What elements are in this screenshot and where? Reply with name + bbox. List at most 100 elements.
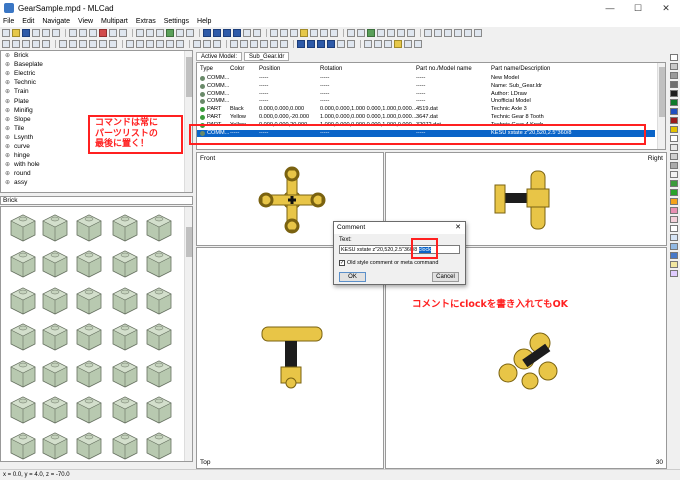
view-top-icon[interactable] [270, 39, 278, 48]
view-left-icon[interactable] [250, 39, 258, 48]
last-step-icon[interactable] [233, 28, 241, 37]
column-header-color[interactable]: Color [230, 66, 244, 72]
color-swatch[interactable] [670, 270, 678, 277]
minimize-button[interactable]: — [596, 0, 624, 16]
nav-3-icon[interactable] [317, 39, 325, 48]
arrow-front-icon[interactable] [99, 39, 107, 48]
hide-icon[interactable] [320, 28, 328, 37]
menu-extras[interactable]: Extras [136, 18, 156, 25]
color-swatch[interactable] [670, 54, 678, 61]
color-swatch[interactable] [670, 207, 678, 214]
maximize-button[interactable]: ☐ [624, 0, 652, 16]
color-swatch[interactable] [670, 252, 678, 259]
column-header-type[interactable]: Type [200, 66, 213, 72]
prev-step-icon[interactable] [213, 28, 221, 37]
rot-minus-z-icon[interactable] [176, 39, 184, 48]
cut-icon[interactable] [69, 28, 77, 37]
camera-icon[interactable] [387, 28, 395, 37]
misc-2-icon[interactable] [374, 39, 382, 48]
tree-item[interactable]: ⊕ round [1, 169, 192, 178]
part-thumbnail[interactable] [41, 357, 69, 389]
misc-3-icon[interactable] [384, 39, 392, 48]
color-swatch[interactable] [670, 153, 678, 160]
color-swatch[interactable] [670, 234, 678, 241]
part-thumbnail[interactable] [111, 393, 139, 425]
nav-1-icon[interactable] [297, 39, 305, 48]
color-icon[interactable] [176, 28, 184, 37]
list-item[interactable]: COMM... ----- ----- ----- Author: LDraw [197, 91, 655, 99]
tree-item[interactable]: ⊕ Technic [1, 78, 192, 87]
list-item[interactable]: COMM... ----- ----- ----- Unofficial Model [197, 98, 655, 106]
nav-4-icon[interactable] [327, 39, 335, 48]
part-thumbnail[interactable] [111, 211, 139, 243]
export-icon[interactable] [464, 28, 472, 37]
rotate-y-icon[interactable] [32, 39, 40, 48]
edge-icon[interactable] [444, 28, 452, 37]
color-swatch[interactable] [670, 126, 678, 133]
zoom-in-icon[interactable] [270, 28, 278, 37]
print-icon[interactable] [42, 28, 50, 37]
color-swatch[interactable] [670, 81, 678, 88]
first-step-icon[interactable] [203, 28, 211, 37]
grid-coarse-icon[interactable] [193, 39, 201, 48]
new-file-icon[interactable] [2, 28, 10, 37]
part-thumbnail[interactable] [9, 284, 37, 316]
color-swatch[interactable] [670, 261, 678, 268]
select-icon[interactable] [2, 39, 10, 48]
column-header-rotation[interactable]: Rotation [320, 66, 342, 72]
tree-item[interactable]: ⊕ Plate [1, 96, 192, 105]
tree-item[interactable]: ⊕ assy [1, 178, 192, 187]
part-thumbnail[interactable] [111, 429, 139, 461]
nav-2-icon[interactable] [307, 39, 315, 48]
ok-button[interactable]: OK [339, 272, 366, 282]
render-icon[interactable] [454, 28, 462, 37]
color-swatch[interactable] [670, 135, 678, 142]
list-scrollbar[interactable] [657, 63, 665, 149]
color-swatch[interactable] [670, 198, 678, 205]
color-swatch[interactable] [670, 63, 678, 70]
menu-navigate[interactable]: Navigate [42, 18, 70, 25]
zoom-fit-icon[interactable] [290, 28, 298, 37]
tab-active-model[interactable]: Active Model: [196, 52, 243, 61]
grid-medium-icon[interactable] [203, 39, 211, 48]
part-thumbnail[interactable] [75, 320, 103, 352]
tree-scrollbar[interactable] [184, 51, 192, 192]
part-thumbnail[interactable] [41, 211, 69, 243]
part-thumbnail[interactable] [145, 393, 173, 425]
add-part-icon[interactable] [166, 28, 174, 37]
list-item[interactable]: COMM... ----- ----- ----- New Model [197, 75, 655, 83]
part-thumbnail[interactable] [145, 247, 173, 279]
part-thumbnail[interactable] [145, 357, 173, 389]
arrow-right-icon[interactable] [69, 39, 77, 48]
part-thumbnail[interactable] [9, 211, 37, 243]
tree-item[interactable]: ⊕ Minifig [1, 106, 192, 115]
tree-item[interactable]: ⊕ Electric [1, 69, 192, 78]
undo-icon[interactable] [109, 28, 117, 37]
part-thumbnail[interactable] [111, 247, 139, 279]
old-style-comment-checkbox[interactable]: ✓ Old style comment or meta command [339, 260, 438, 266]
part-thumbnail[interactable] [75, 357, 103, 389]
close-button[interactable]: ✕ [652, 0, 680, 16]
rotate-icon[interactable] [186, 28, 194, 37]
arrow-back-icon[interactable] [109, 39, 117, 48]
settings-icon[interactable] [474, 28, 482, 37]
tree-item[interactable]: ⊕ Train [1, 87, 192, 96]
part-thumbnail[interactable] [111, 320, 139, 352]
rot-minus-x-icon[interactable] [136, 39, 144, 48]
part-thumbnail[interactable] [41, 247, 69, 279]
misc-1-icon[interactable] [364, 39, 372, 48]
buffer-icon[interactable] [330, 28, 338, 37]
delete-icon[interactable] [99, 28, 107, 37]
dialog-close-icon[interactable]: ✕ [455, 222, 461, 234]
color-swatch[interactable] [670, 72, 678, 79]
rotation-step-icon[interactable] [347, 28, 355, 37]
view-right-icon[interactable] [260, 39, 268, 48]
part-thumbnail[interactable] [9, 247, 37, 279]
color-swatch[interactable] [670, 189, 678, 196]
grid-fine-icon[interactable] [213, 39, 221, 48]
menu-file[interactable]: File [3, 18, 14, 25]
menu-view[interactable]: View [78, 18, 93, 25]
part-thumbnail[interactable] [41, 284, 69, 316]
paste-icon[interactable] [89, 28, 97, 37]
column-header-part-no[interactable]: Part no./Model name [416, 66, 472, 72]
